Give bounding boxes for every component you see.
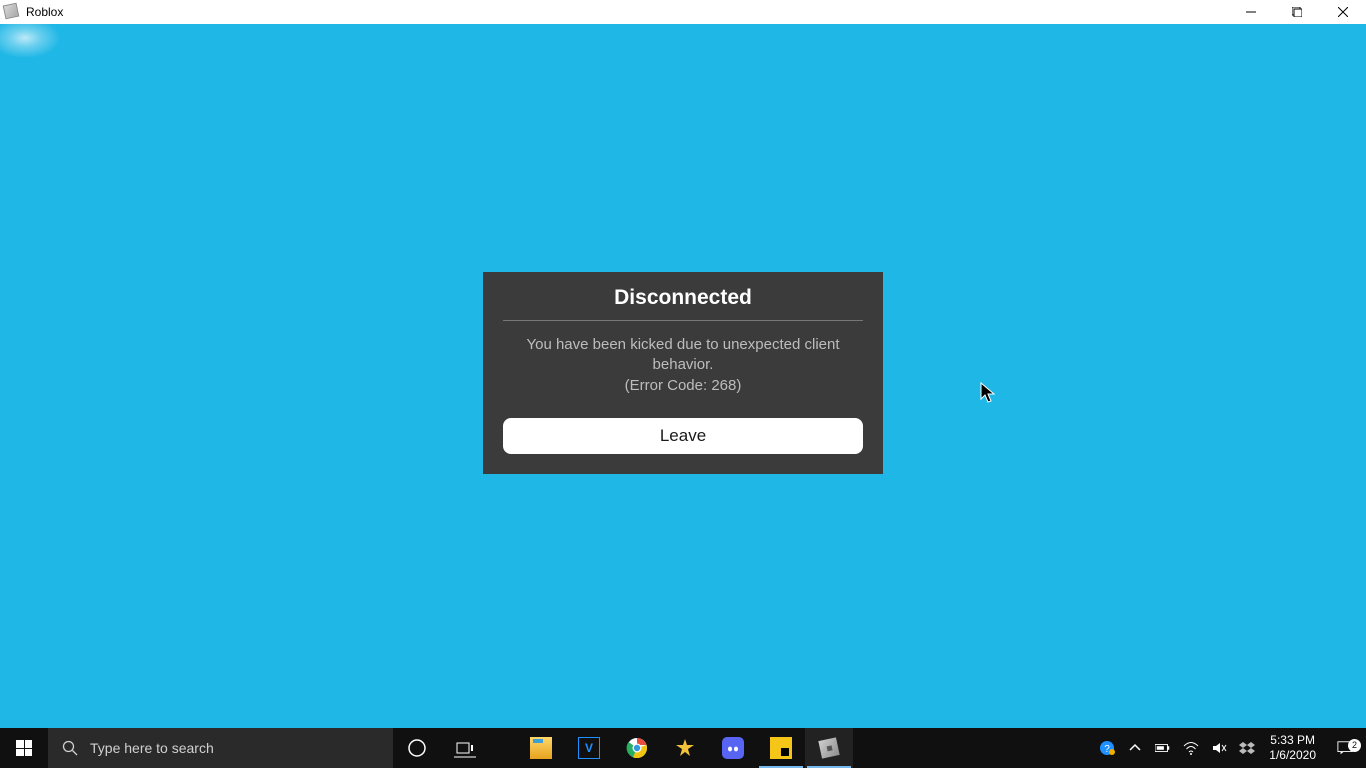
wifi-tray-icon[interactable] <box>1177 740 1205 756</box>
chrome-taskbar[interactable] <box>613 728 661 768</box>
window-titlebar: Roblox <box>0 0 1366 24</box>
windows-taskbar: Type here to search V ? <box>0 728 1366 768</box>
task-view-icon <box>454 737 476 759</box>
mouse-cursor-icon <box>980 382 998 404</box>
start-button[interactable] <box>0 728 48 768</box>
svg-text:?: ? <box>1105 744 1111 755</box>
game-viewport: Disconnected You have been kicked due to… <box>0 24 1366 728</box>
action-center-badge: 2 <box>1348 739 1361 752</box>
clock-time: 5:33 PM <box>1269 733 1316 748</box>
star-icon <box>674 737 696 759</box>
volume-tray-icon[interactable] <box>1205 740 1233 756</box>
search-icon <box>62 740 78 756</box>
menu-glow <box>0 18 60 58</box>
taskbar-clock[interactable]: 5:33 PM 1/6/2020 <box>1261 733 1324 763</box>
window-title: Roblox <box>26 5 63 19</box>
dialog-message-line1: You have been kicked due to unexpected c… <box>526 336 839 373</box>
chrome-icon <box>626 737 648 759</box>
search-placeholder: Type here to search <box>90 740 214 756</box>
battery-tray-icon[interactable] <box>1149 740 1177 756</box>
leave-button-label: Leave <box>660 426 706 446</box>
roblox-taskbar[interactable] <box>805 728 853 768</box>
cortana-button[interactable] <box>393 728 441 768</box>
minimize-button[interactable] <box>1228 0 1274 24</box>
file-explorer-taskbar[interactable] <box>517 728 565 768</box>
cortana-icon <box>406 737 428 759</box>
roblox-taskbar-icon <box>818 737 839 758</box>
task-view-button[interactable] <box>441 728 489 768</box>
dialog-title: Disconnected <box>503 286 863 320</box>
notes-app-taskbar[interactable] <box>757 728 805 768</box>
windows-logo-icon <box>16 740 32 756</box>
help-tray-icon[interactable]: ? <box>1093 740 1121 756</box>
dialog-message: You have been kicked due to unexpected c… <box>503 321 863 400</box>
leave-button[interactable]: Leave <box>503 418 863 454</box>
disconnected-dialog: Disconnected You have been kicked due to… <box>483 272 883 474</box>
taskbar-search[interactable]: Type here to search <box>48 728 393 768</box>
system-tray: ? 5:33 PM 1/6/2020 2 <box>1093 728 1366 768</box>
action-center-button[interactable]: 2 <box>1324 740 1366 756</box>
file-explorer-icon <box>530 737 552 759</box>
star-app-taskbar[interactable] <box>661 728 709 768</box>
dropbox-tray-icon[interactable] <box>1233 740 1261 756</box>
v-app-taskbar[interactable]: V <box>565 728 613 768</box>
v-app-icon: V <box>578 737 600 759</box>
tray-overflow-button[interactable] <box>1121 740 1149 756</box>
discord-icon <box>722 737 744 759</box>
maximize-button[interactable] <box>1274 0 1320 24</box>
close-button[interactable] <box>1320 0 1366 24</box>
discord-taskbar[interactable] <box>709 728 757 768</box>
clock-date: 1/6/2020 <box>1269 748 1316 763</box>
dialog-message-line2: (Error Code: 268) <box>625 377 742 394</box>
roblox-app-icon <box>4 4 20 20</box>
notes-app-icon <box>770 737 792 759</box>
